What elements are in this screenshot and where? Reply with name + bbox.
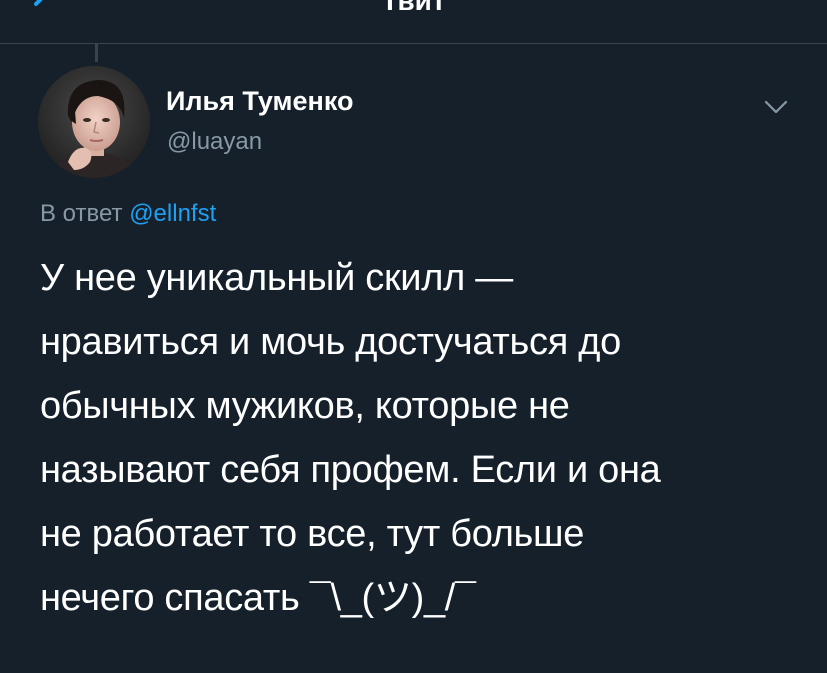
reply-prefix: В ответ [40, 200, 123, 227]
chevron-down-icon [764, 100, 788, 114]
page-title: Твит [381, 0, 446, 16]
top-bar: Твит [0, 0, 827, 44]
reply-context: В ответ @ellnfst [40, 200, 216, 228]
thread-connector [95, 44, 98, 62]
tweet-text-line: нравиться и мочь достучаться до [40, 321, 621, 363]
tweet-text-line: У нее уникальный скилл — [40, 257, 513, 299]
avatar-photo [38, 66, 150, 178]
author-handle[interactable]: @luayan [167, 128, 262, 156]
avatar[interactable] [38, 66, 150, 178]
tweet-text-line: называют себя профем. Если и она [40, 449, 661, 491]
tweet-text: У нее уникальный скилл — нравиться и моч… [40, 246, 800, 630]
tweet-text-line: нечего спасать ¯\_(ツ)_/¯ [40, 577, 476, 619]
author-name[interactable]: Илья Туменко [166, 86, 353, 116]
tweet-menu-button[interactable] [758, 94, 794, 122]
tweet-text-line: не работает то все, тут больше [40, 513, 585, 555]
tweet-page: Твит Илья Туменко @luayan В ответ @ellnf… [0, 0, 827, 673]
reply-mention-link[interactable]: @ellnfst [129, 200, 216, 227]
tweet-text-line: обычных мужиков, которые не [40, 385, 570, 427]
